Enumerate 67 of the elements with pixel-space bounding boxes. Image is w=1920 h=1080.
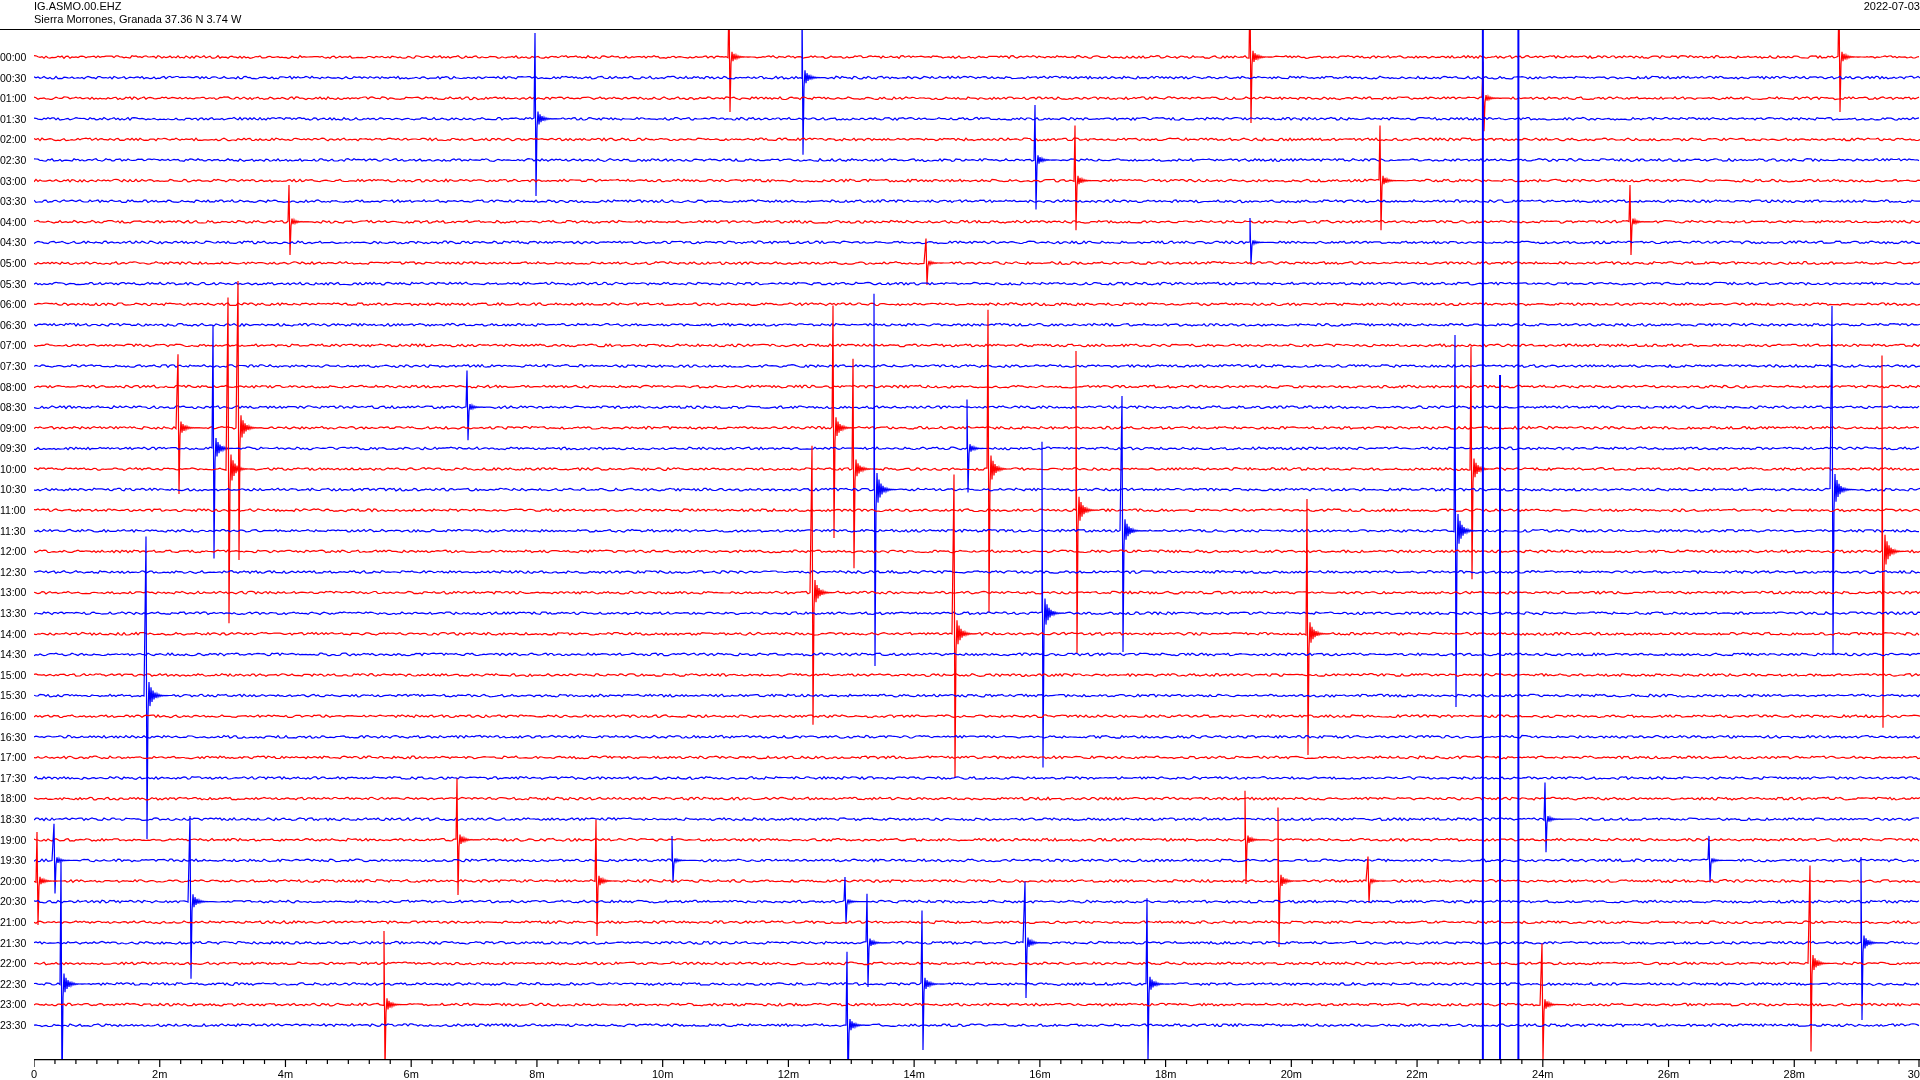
time-label: 15:00 — [0, 667, 28, 683]
time-label: 13:00 — [0, 585, 28, 601]
time-label: 10:30 — [0, 482, 28, 498]
time-label: 15:30 — [0, 688, 28, 704]
time-label: 23:30 — [0, 1017, 28, 1033]
time-label: 05:30 — [0, 276, 28, 292]
time-label: 17:00 — [0, 750, 28, 766]
time-label: 08:30 — [0, 400, 28, 416]
time-label: 03:30 — [0, 194, 28, 210]
time-label: 04:00 — [0, 214, 28, 230]
time-label: 07:30 — [0, 358, 28, 374]
axis-label: 28m — [1783, 1068, 1805, 1080]
time-label: 13:30 — [0, 606, 28, 622]
time-label: 16:30 — [0, 729, 28, 745]
time-label: 19:00 — [0, 832, 28, 848]
time-label: 23:00 — [0, 997, 28, 1013]
time-label: 07:00 — [0, 338, 28, 354]
time-label: 12:30 — [0, 564, 28, 580]
time-label: 09:30 — [0, 441, 28, 457]
axis-label: 14m — [903, 1068, 925, 1080]
time-label: 01:30 — [0, 111, 28, 127]
time-label: 06:00 — [0, 297, 28, 313]
time-label: 17:30 — [0, 770, 28, 786]
axis-label: 6m — [403, 1068, 419, 1080]
time-label: 22:30 — [0, 976, 28, 992]
time-label: 21:00 — [0, 914, 28, 930]
axis-label: 4m — [277, 1068, 294, 1080]
axis-label: 10m — [651, 1068, 674, 1080]
axis-label: 22m — [1406, 1068, 1428, 1080]
axis-label: 20m — [1280, 1068, 1303, 1080]
time-label: 02:30 — [0, 152, 28, 168]
time-label: 22:00 — [0, 956, 28, 972]
time-label: 08:00 — [0, 379, 28, 395]
time-label: 02:00 — [0, 132, 28, 148]
axis-label: 0 — [31, 1068, 38, 1080]
axis-label: 12m — [777, 1068, 800, 1080]
axis-label: 24m — [1532, 1068, 1554, 1080]
time-label: 00:00 — [0, 50, 28, 65]
axis-label: 8m — [529, 1068, 545, 1080]
time-label: 11:00 — [0, 503, 27, 519]
time-label: 01:00 — [0, 91, 28, 107]
time-label: 18:30 — [0, 811, 28, 827]
plot-date: 2022-07-03 — [1863, 0, 1920, 14]
axis-label: 26m — [1657, 1068, 1680, 1080]
time-label: 18:00 — [0, 791, 28, 807]
time-label: 06:30 — [0, 317, 28, 333]
time-label: 03:00 — [0, 173, 28, 189]
time-label: 16:00 — [0, 709, 28, 724]
axis-label: 18m — [1154, 1068, 1177, 1080]
axis-label: 2m — [152, 1068, 168, 1080]
time-label: 14:30 — [0, 647, 28, 663]
time-label: 19:30 — [0, 853, 28, 869]
time-label: 20:00 — [0, 873, 28, 889]
time-label: 11:30 — [0, 523, 27, 539]
axis-label: 16m — [1029, 1068, 1051, 1080]
time-label: 05:00 — [0, 255, 28, 271]
time-label: 09:00 — [0, 420, 28, 436]
time-label: 10:00 — [0, 461, 28, 477]
station-code: IG.ASMO.00.EHZ — [34, 0, 123, 13]
time-label: 14:00 — [0, 626, 28, 642]
time-label: 04:30 — [0, 235, 28, 251]
time-label: 12:00 — [0, 544, 28, 560]
time-label: 00:30 — [0, 70, 28, 86]
time-label: 21:30 — [0, 935, 28, 951]
axis-label: 30 — [1907, 1068, 1920, 1080]
time-label: 20:30 — [0, 894, 28, 910]
station-location: Sierra Morrones, Granada 37.36 N 3.74 W — [34, 13, 242, 26]
